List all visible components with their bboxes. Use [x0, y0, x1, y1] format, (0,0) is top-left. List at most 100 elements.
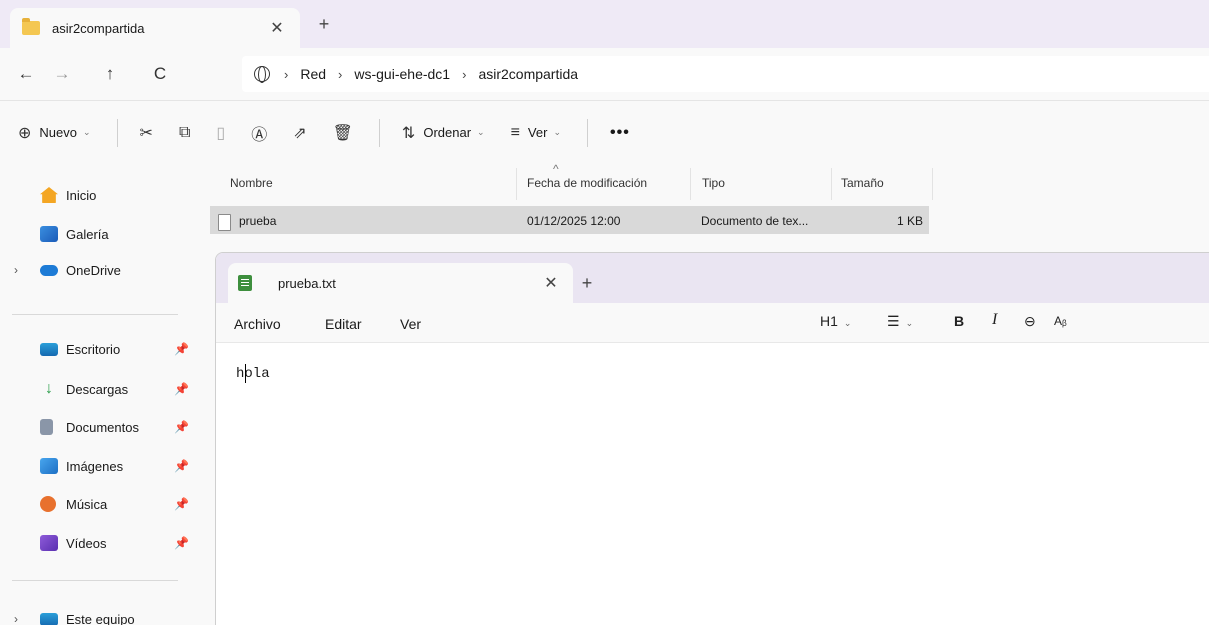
file-type: Documento de tex...	[701, 214, 809, 228]
back-button[interactable]: ←	[8, 64, 44, 84]
explorer-tab[interactable]: asir2compartida ✕	[10, 8, 300, 48]
chevron-down-icon: ⌄	[905, 318, 914, 328]
sidebar-label: Galería	[66, 226, 109, 242]
text-cursor	[245, 364, 246, 383]
new-button[interactable]: ⊕ Nuevo ⌄	[18, 123, 91, 143]
list-icon: ☰	[887, 313, 900, 329]
forward-button[interactable]: →	[44, 64, 80, 84]
sidebar-item-escritorio[interactable]: Escritorio 📌	[14, 336, 189, 362]
gallery-icon	[40, 226, 58, 242]
chevron-right-icon[interactable]: ›	[14, 263, 28, 277]
sort-ascending-icon: ^	[553, 162, 559, 176]
table-row[interactable]: prueba 01/12/2025 12:00 Documento de tex…	[210, 206, 929, 234]
music-icon	[40, 496, 56, 512]
sidebar-item-imagenes[interactable]: Imágenes 📌	[14, 453, 189, 479]
pin-icon[interactable]: 📌	[174, 420, 189, 434]
notepad-icon	[238, 275, 252, 291]
pin-icon[interactable]: 📌	[174, 459, 189, 473]
sidebar-label: Escritorio	[66, 341, 121, 357]
column-divider[interactable]	[831, 168, 832, 200]
heading-dropdown[interactable]: H1 ⌄	[820, 313, 851, 329]
computer-icon	[40, 612, 58, 625]
pin-icon[interactable]: 📌	[174, 536, 189, 550]
sidebar-label: Imágenes	[66, 458, 124, 474]
bold-button[interactable]: B	[954, 313, 964, 329]
menu-archivo[interactable]: Archivo	[234, 316, 281, 332]
copy-icon: ⧉	[178, 123, 191, 141]
refresh-button[interactable]: C	[142, 64, 178, 84]
trash-icon: 🗑	[332, 124, 353, 142]
notepad-menu-bar: Archivo Editar Ver H1 ⌄ ☰ ⌄ B I ⊖ Aᵦ	[216, 303, 1209, 343]
network-icon	[254, 66, 270, 83]
file-modified: 01/12/2025 12:00	[527, 214, 621, 228]
address-bar[interactable]: › Red › ws-gui-ehe-dc1 › asir2compartida	[242, 56, 1209, 92]
sidebar-item-musica[interactable]: Música 📌	[14, 491, 189, 517]
column-divider[interactable]	[690, 168, 691, 200]
cut-button[interactable]: ✂	[140, 123, 153, 143]
rename-button[interactable]: Ⓐ	[251, 121, 267, 145]
notepad-tab[interactable]: prueba.txt ✕	[228, 263, 573, 303]
new-tab-button[interactable]: +	[575, 273, 599, 294]
sidebar-item-documentos[interactable]: Documentos 📌	[14, 414, 189, 440]
chevron-down-icon: ⌄	[843, 318, 852, 328]
folder-icon	[22, 18, 40, 35]
paste-button[interactable]: ▯	[216, 123, 225, 143]
spellcheck-icon: Aᵦ	[1054, 314, 1067, 328]
column-header-size[interactable]: Tamaño	[841, 176, 884, 196]
up-button[interactable]: ↑	[92, 64, 128, 84]
sidebar-item-galeria[interactable]: Galería	[14, 221, 189, 247]
share-button[interactable]: ⇗	[293, 123, 306, 143]
column-header-modified[interactable]: Fecha de modificación	[527, 176, 647, 196]
sidebar-item-videos[interactable]: Vídeos 📌	[14, 530, 189, 556]
sidebar-label: Inicio	[66, 187, 97, 203]
close-tab-icon[interactable]: ✕	[266, 18, 288, 38]
desktop-icon	[40, 342, 58, 356]
link-button[interactable]: ⊖	[1024, 313, 1036, 330]
view-list-icon: ≡	[510, 123, 520, 141]
breadcrumb-share[interactable]: asir2compartida	[478, 66, 578, 82]
sidebar-item-inicio[interactable]: Inicio	[14, 182, 189, 208]
chevron-down-icon: ⌄	[553, 127, 561, 137]
delete-button[interactable]: 🗑	[333, 123, 353, 143]
new-label: Nuevo	[39, 125, 77, 140]
sidebar-label: Música	[66, 496, 108, 512]
sidebar-item-onedrive[interactable]: › OneDrive	[14, 257, 189, 283]
sidebar-label: OneDrive	[66, 262, 121, 278]
download-icon: ↓	[45, 380, 53, 397]
notepad-tab-title: prueba.txt	[278, 275, 336, 291]
column-divider[interactable]	[932, 168, 933, 200]
column-divider[interactable]	[516, 168, 517, 200]
pin-icon[interactable]: 📌	[174, 342, 189, 356]
close-tab-icon[interactable]: ✕	[539, 273, 563, 293]
text-editor[interactable]: hola	[216, 344, 1209, 625]
chevron-right-icon[interactable]: ›	[14, 612, 28, 625]
sort-button[interactable]: ⇅ Ordenar ⌄	[402, 123, 485, 143]
sidebar-item-este-equipo[interactable]: › Este equipo	[14, 606, 189, 625]
pin-icon[interactable]: 📌	[174, 497, 189, 511]
spellcheck-button[interactable]: Aᵦ	[1054, 314, 1067, 328]
sidebar-item-descargas[interactable]: ↓ Descargas 📌	[14, 376, 189, 402]
column-header-name[interactable]: Nombre	[230, 176, 273, 196]
breadcrumb-red[interactable]: Red	[300, 66, 326, 82]
navigation-pane: Inicio Galería › OneDrive Escritorio 📌 ↓…	[0, 164, 193, 625]
home-icon	[40, 187, 58, 203]
breadcrumb-separator-icon: ›	[338, 66, 343, 82]
sidebar-label: Documentos	[66, 419, 139, 435]
list-dropdown[interactable]: ☰ ⌄	[887, 313, 913, 330]
copy-button[interactable]: ⧉	[179, 124, 190, 142]
sort-label: Ordenar	[423, 125, 472, 140]
divider	[116, 118, 118, 147]
new-tab-button[interactable]: +	[312, 14, 336, 35]
pin-icon[interactable]: 📌	[174, 382, 189, 396]
menu-editar[interactable]: Editar	[325, 316, 362, 332]
view-button[interactable]: ≡ Ver ⌄	[511, 124, 561, 142]
column-header-type[interactable]: Tipo	[702, 176, 725, 196]
file-name: prueba	[239, 214, 277, 228]
command-bar: ⊕ Nuevo ⌄ ✂ ⧉ ▯ Ⓐ ⇗ 🗑 ⇅ Ordenar ⌄ ≡ Ver …	[0, 100, 1209, 164]
breadcrumb-server[interactable]: ws-gui-ehe-dc1	[354, 66, 450, 82]
cloud-icon	[40, 264, 58, 276]
sidebar-label: Descargas	[66, 381, 129, 397]
italic-button[interactable]: I	[992, 311, 997, 329]
menu-ver[interactable]: Ver	[400, 316, 421, 332]
more-options-button[interactable]: •••	[610, 124, 630, 142]
